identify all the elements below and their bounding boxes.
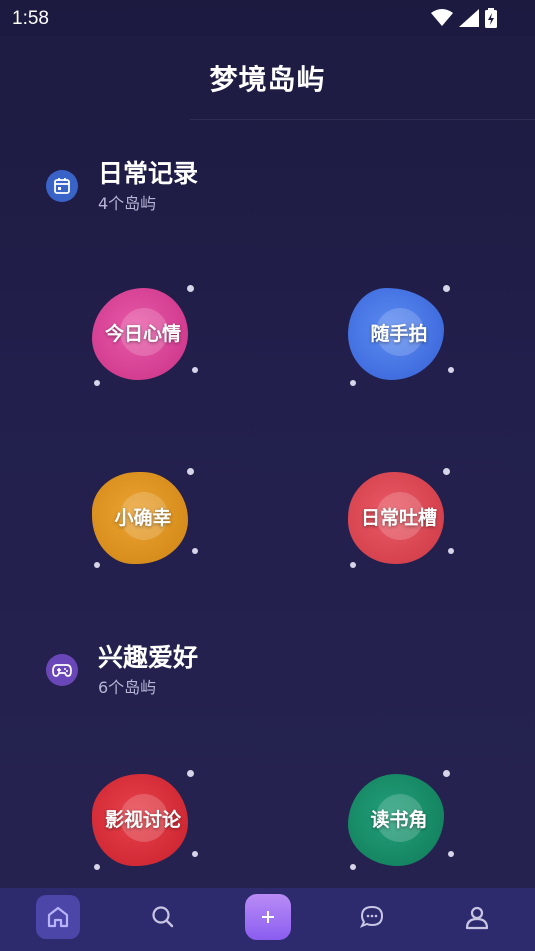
home-icon	[47, 906, 69, 928]
island-reading-corner[interactable]: 读书角	[344, 768, 454, 870]
decor-dot	[448, 851, 454, 857]
island-today-mood[interactable]: 今日心情	[88, 282, 198, 386]
wifi-icon	[431, 9, 453, 26]
island-film-discussion[interactable]: 影视讨论	[88, 768, 198, 870]
island-label: 读书角	[370, 809, 428, 831]
decor-dot	[443, 285, 450, 292]
status-bar: 1:58	[0, 0, 535, 36]
battery-icon	[485, 8, 497, 28]
cellular-signal-icon	[459, 9, 479, 27]
decor-dot	[94, 562, 100, 568]
nav-home[interactable]	[36, 895, 80, 939]
decor-dot	[187, 468, 194, 475]
decor-dot	[94, 864, 100, 870]
island-label: 随手拍	[370, 323, 428, 345]
island-small-joys[interactable]: 小确幸	[88, 466, 198, 568]
decor-dot	[94, 380, 100, 386]
island-label: 影视讨论	[104, 809, 181, 831]
gamepad-icon	[46, 654, 78, 686]
island-label: 小确幸	[114, 507, 172, 529]
page-title: 梦境岛屿	[209, 63, 326, 96]
section-title: 兴趣爱好	[98, 643, 199, 672]
nav-search[interactable]	[141, 895, 185, 939]
decor-dot	[350, 562, 356, 568]
section-title: 日常记录	[98, 159, 199, 188]
app-header: 梦境岛屿	[0, 36, 535, 120]
status-icons	[431, 8, 497, 28]
decor-dot	[350, 864, 356, 870]
decor-dot	[350, 380, 356, 386]
decor-dot	[192, 367, 198, 373]
decor-dot	[443, 468, 450, 475]
island-label: 今日心情	[104, 323, 181, 345]
decor-dot	[187, 285, 194, 292]
profile-icon	[465, 906, 489, 930]
bottom-nav	[0, 888, 535, 951]
decor-dot	[192, 851, 198, 857]
nav-add-button[interactable]	[245, 894, 291, 940]
section-island-count: 4个岛屿	[98, 194, 157, 213]
decor-dot	[443, 770, 450, 777]
calendar-icon	[46, 170, 78, 202]
chat-icon	[359, 905, 384, 928]
decor-dot	[187, 770, 194, 777]
decor-dot	[192, 548, 198, 554]
island-daily-rant[interactable]: 日常吐槽	[344, 466, 454, 568]
status-time: 1:58	[12, 8, 49, 29]
section-island-count: 6个岛屿	[98, 678, 157, 697]
island-snapshot[interactable]: 随手拍	[344, 282, 454, 386]
add-icon	[262, 911, 274, 923]
decor-dot	[448, 548, 454, 554]
nav-messages[interactable]	[350, 895, 394, 939]
island-label: 日常吐槽	[360, 507, 437, 529]
nav-profile[interactable]	[455, 895, 499, 939]
header-divider	[190, 119, 535, 120]
search-icon	[152, 906, 174, 928]
decor-dot	[448, 367, 454, 373]
